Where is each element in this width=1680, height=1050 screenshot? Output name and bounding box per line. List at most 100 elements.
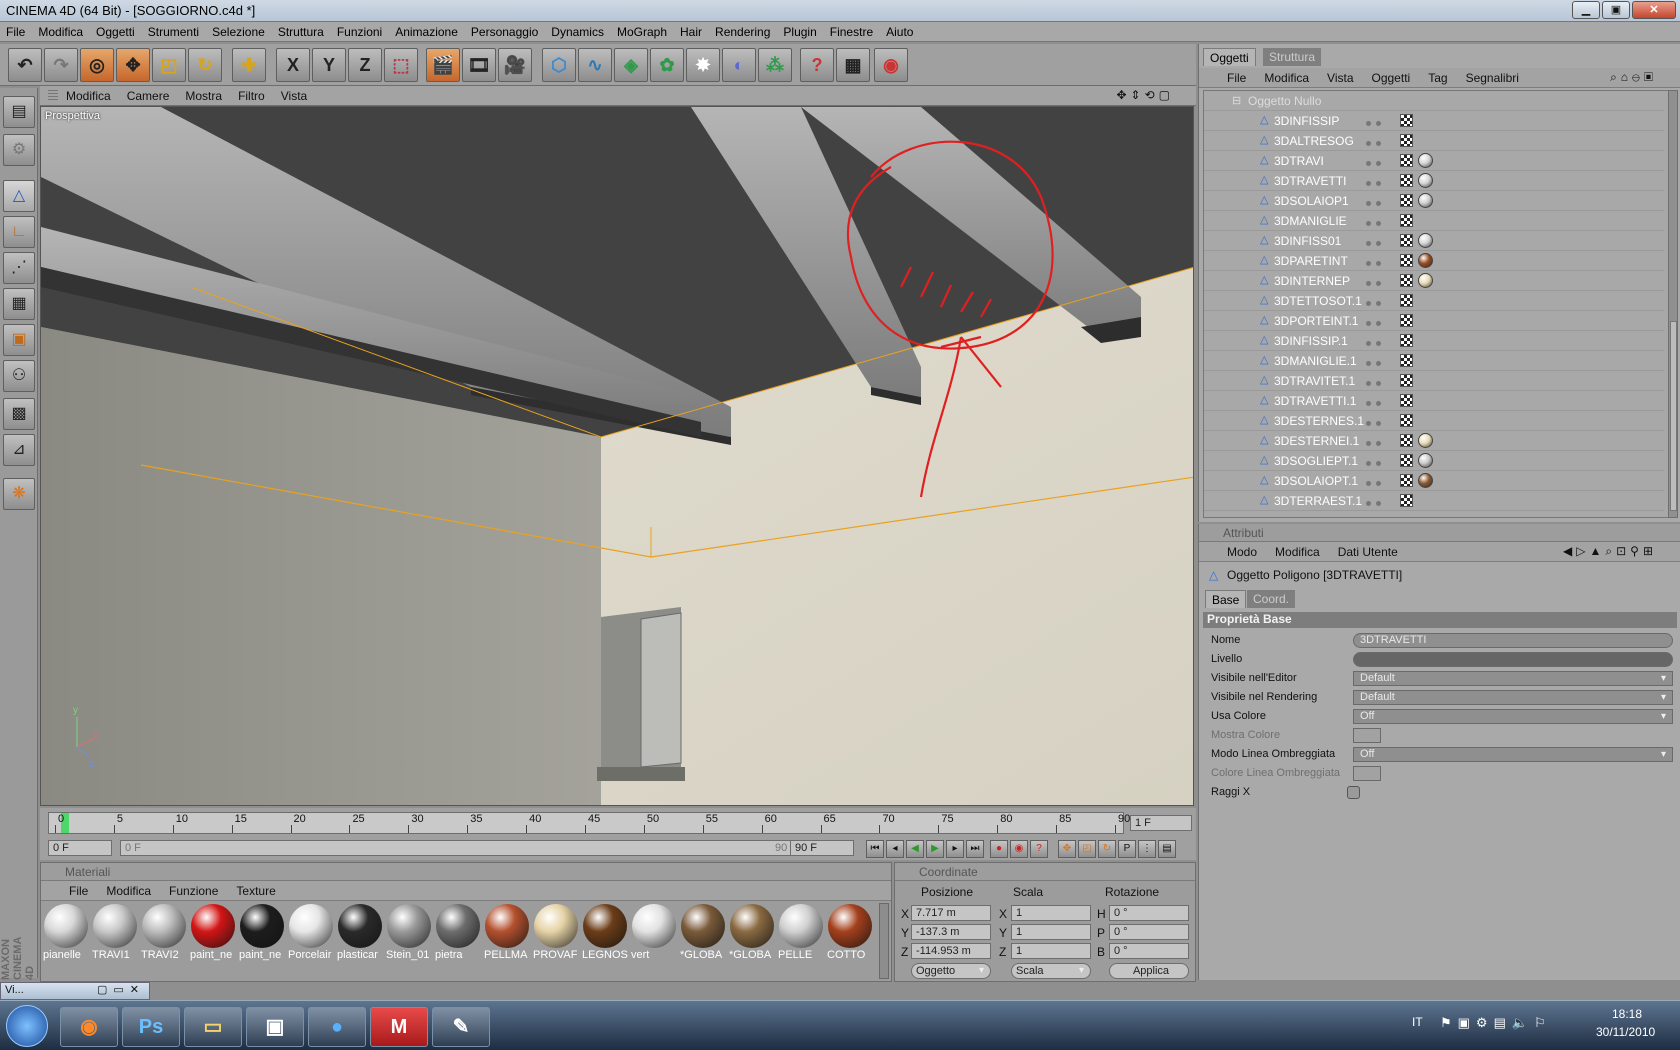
object-row[interactable]: △ 3DESTERNES.1 <box>1204 411 1664 431</box>
maximize-button[interactable]: ▣ <box>1602 1 1630 19</box>
menu-plugin[interactable]: Plugin <box>783 25 816 39</box>
visibility-dots-icon[interactable] <box>1366 295 1388 307</box>
close-button[interactable]: ✕ <box>1632 1 1676 19</box>
material-swatch[interactable]: TRAVI1 <box>92 903 138 963</box>
key-param-icon[interactable]: P <box>1118 840 1136 858</box>
autokey-icon[interactable]: ◉ <box>1010 840 1028 858</box>
visibility-dots-icon[interactable] <box>1366 475 1388 487</box>
menu-selezione[interactable]: Selezione <box>212 25 265 39</box>
menu-oggetti[interactable]: Oggetti <box>96 25 135 39</box>
visibility-dots-icon[interactable] <box>1366 315 1388 327</box>
show-color-swatch[interactable] <box>1353 728 1381 743</box>
tab-structure[interactable]: Struttura <box>1263 48 1322 66</box>
texture-tag-icon[interactable] <box>1400 414 1413 427</box>
redo-icon[interactable]: ↷ <box>44 48 78 82</box>
texture-tag-icon[interactable] <box>1400 454 1413 467</box>
object-row[interactable]: △ 3DINFISSIP <box>1204 111 1664 131</box>
help-icon[interactable]: ? <box>800 48 834 82</box>
visibility-dots-icon[interactable] <box>1366 175 1388 187</box>
scale-x-field[interactable]: 1 <box>1011 905 1091 921</box>
render-picture-viewer-icon[interactable]: 🎞 <box>462 48 496 82</box>
layer-field[interactable] <box>1353 652 1673 667</box>
material-swatch[interactable]: paint_ne <box>190 903 236 963</box>
xray-checkbox[interactable] <box>1347 786 1360 799</box>
texture-tag-icon[interactable] <box>1400 214 1413 227</box>
key-rotation-icon[interactable]: ↻ <box>1098 840 1116 858</box>
material-swatch[interactable]: TRAVI2 <box>141 903 187 963</box>
texture-tag-icon[interactable] <box>1400 194 1413 207</box>
material-swatch[interactable]: *GLOBA <box>680 903 726 963</box>
next-key-icon[interactable]: ▸ <box>946 840 964 858</box>
object-row[interactable]: △ 3DTRAVITET.1 <box>1204 371 1664 391</box>
materials-menu-texture[interactable]: Texture <box>236 884 275 898</box>
object-list-scrollbar[interactable] <box>1668 90 1678 518</box>
material-swatch[interactable]: plasticar <box>337 903 383 963</box>
axis-x-button[interactable]: X <box>276 48 310 82</box>
objects-menu-modifica[interactable]: Modifica <box>1264 71 1309 85</box>
texture-tag-icon[interactable] <box>1400 134 1413 147</box>
materials-menu-funzione[interactable]: Funzione <box>169 884 218 898</box>
start-button[interactable] <box>6 1005 48 1047</box>
range-slider[interactable]: 0 F 90 F <box>120 840 820 856</box>
texture-tag-icon[interactable] <box>1400 154 1413 167</box>
language-indicator[interactable]: IT <box>1412 1015 1423 1029</box>
visibility-dots-icon[interactable] <box>1366 395 1388 407</box>
visibility-dots-icon[interactable] <box>1366 415 1388 427</box>
uv-mode-icon[interactable]: ⚇ <box>3 360 35 392</box>
material-tag-icon[interactable] <box>1418 233 1433 248</box>
visibility-dots-icon[interactable] <box>1366 195 1388 207</box>
visibility-dots-icon[interactable] <box>1366 135 1388 147</box>
sculpt-icon[interactable]: ❋ <box>3 478 35 510</box>
menu-hair[interactable]: Hair <box>680 25 702 39</box>
axis-z-button[interactable]: Z <box>348 48 382 82</box>
texture-tag-icon[interactable] <box>1400 334 1413 347</box>
undo-icon[interactable]: ↶ <box>8 48 42 82</box>
object-row[interactable]: △ 3DINFISS01 <box>1204 231 1664 251</box>
material-tag-icon[interactable] <box>1418 433 1433 448</box>
object-row[interactable]: △ 3DSOLAIOPT.1 <box>1204 471 1664 491</box>
make-editable-icon[interactable]: ⚙ <box>3 134 35 166</box>
visibility-dots-icon[interactable] <box>1366 215 1388 227</box>
spline-icon[interactable]: ∿ <box>578 48 612 82</box>
shaded-line-mode-dropdown[interactable]: Off <box>1353 747 1673 762</box>
keyframe-selection-icon[interactable]: ? <box>1030 840 1048 858</box>
explorer-folder-icon[interactable]: ▭ <box>184 1007 242 1047</box>
object-row[interactable]: △ 3DALTRESOG <box>1204 131 1664 151</box>
viewport-menu-mostra[interactable]: Mostra <box>185 89 222 103</box>
scale-tool-icon[interactable]: ◰ <box>152 48 186 82</box>
menu-mograph[interactable]: MoGraph <box>617 25 667 39</box>
key-pla-icon[interactable]: ⋮ <box>1138 840 1156 858</box>
viewport-menu-filtro[interactable]: Filtro <box>238 89 265 103</box>
visibility-dots-icon[interactable] <box>1366 255 1388 267</box>
texture-tag-icon[interactable] <box>1400 234 1413 247</box>
perspective-viewport[interactable]: y x z Prospettiva <box>40 106 1194 806</box>
texture-tag-icon[interactable] <box>1400 314 1413 327</box>
object-row[interactable]: △ 3DMANIGLIE <box>1204 211 1664 231</box>
object-row[interactable]: △ 3DSOGLIEPT.1 <box>1204 451 1664 471</box>
deformer-icon[interactable]: ✸ <box>686 48 720 82</box>
picture-viewer-icon[interactable]: ▣ <box>246 1007 304 1047</box>
viewport-menu-camere[interactable]: Camere <box>127 89 170 103</box>
workplane-icon[interactable]: ⊿ <box>3 434 35 466</box>
texture-tag-icon[interactable] <box>1400 114 1413 127</box>
materials-scrollbar[interactable] <box>879 903 889 979</box>
material-swatch[interactable]: paint_ne <box>239 903 285 963</box>
scale-y-field[interactable]: 1 <box>1011 924 1091 940</box>
object-row[interactable]: △ 3DPORTEINT.1 <box>1204 311 1664 331</box>
frame-ruler[interactable]: 0 5 10 15 20 25 30 35 40 45 50 55 60 65 70 75 80 85 90 <box>48 812 1130 834</box>
array-icon[interactable]: ✿ <box>650 48 684 82</box>
attributes-nav-icons[interactable]: ◀▷▲⌕⊡⚲⊞ <box>1563 544 1657 559</box>
objects-menu-vista[interactable]: Vista <box>1327 71 1353 85</box>
material-swatch[interactable]: pietra <box>435 903 481 963</box>
object-row[interactable]: △ 3DSOLAIOP1 <box>1204 191 1664 211</box>
mcafee-icon[interactable]: M <box>370 1007 428 1047</box>
web-globe-icon[interactable]: ◉ <box>874 48 908 82</box>
menu-rendering[interactable]: Rendering <box>715 25 770 39</box>
paint-icon[interactable]: ✎ <box>432 1007 490 1047</box>
rotate-tool-icon[interactable]: ↻ <box>188 48 222 82</box>
menu-animazione[interactable]: Animazione <box>395 25 458 39</box>
system-tray-icons[interactable]: ⚑▣⚙▤🔈⚐ <box>1440 1015 1552 1031</box>
materials-menu-modifica[interactable]: Modifica <box>106 884 151 898</box>
move-tool-icon[interactable]: ✥ <box>116 48 150 82</box>
material-tag-icon[interactable] <box>1418 253 1433 268</box>
